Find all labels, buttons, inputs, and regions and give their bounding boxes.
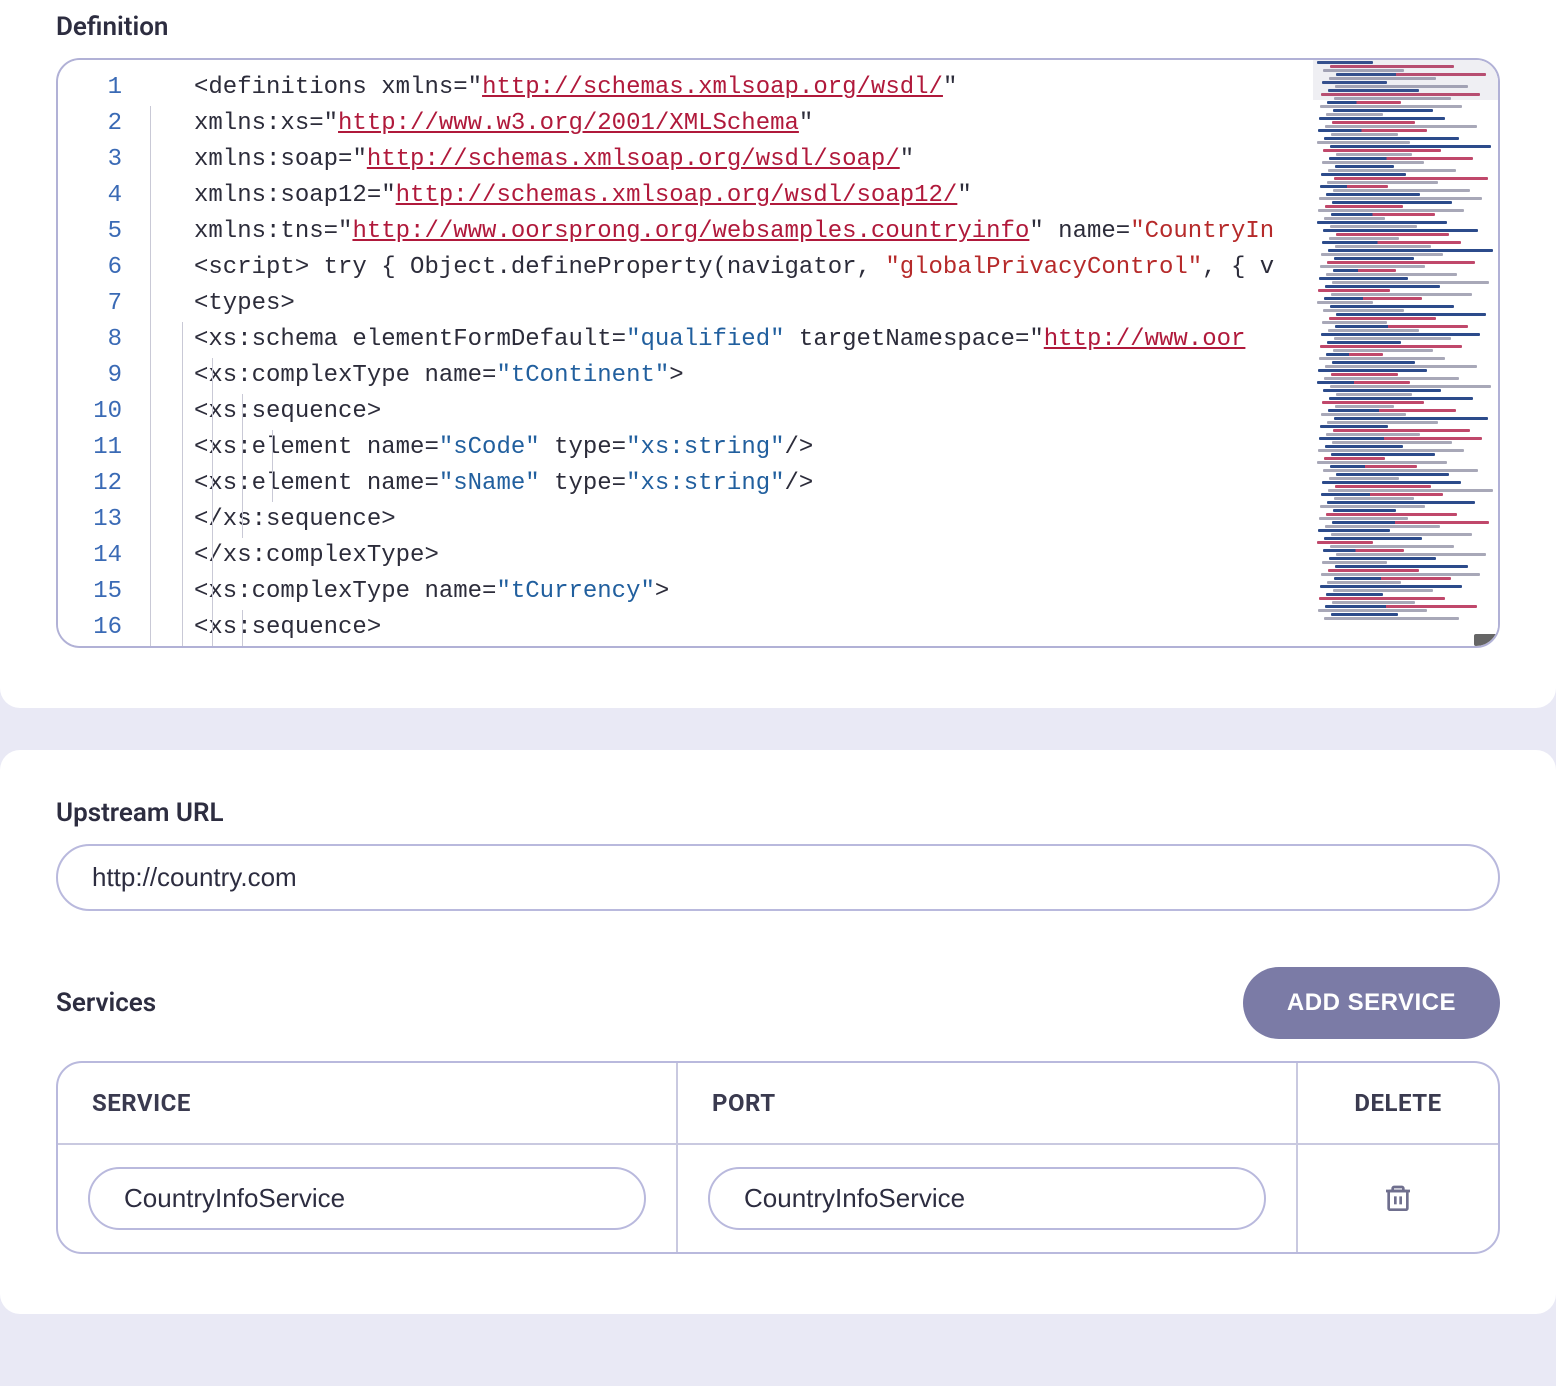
minimap-scrollbar-thumb[interactable] xyxy=(1474,634,1498,646)
trash-icon xyxy=(1382,1183,1414,1215)
code-area[interactable]: <definitions xmlns="http://schemas.xmlso… xyxy=(146,60,1498,646)
table-row xyxy=(58,1145,1498,1252)
code-gutter: 1234567891011121314151617 xyxy=(58,60,146,646)
service-name-input[interactable] xyxy=(88,1167,646,1230)
definition-card: Definition 1234567891011121314151617 <de… xyxy=(0,0,1556,708)
code-editor[interactable]: 1234567891011121314151617 <definitions x… xyxy=(56,58,1500,648)
minimap-viewport[interactable] xyxy=(1313,60,1498,100)
col-port: PORT xyxy=(678,1063,1298,1143)
add-service-button[interactable]: ADD SERVICE xyxy=(1243,967,1500,1039)
upstream-services-card: Upstream URL Services ADD SERVICE SERVIC… xyxy=(0,750,1556,1314)
upstream-url-label: Upstream URL xyxy=(56,798,1500,828)
col-delete: DELETE xyxy=(1298,1063,1498,1143)
service-port-input[interactable] xyxy=(708,1167,1266,1230)
services-table: SERVICE PORT DELETE xyxy=(56,1061,1500,1254)
upstream-url-input[interactable] xyxy=(56,844,1500,911)
definition-label: Definition xyxy=(56,12,1500,42)
code-minimap[interactable] xyxy=(1313,60,1498,646)
col-service: SERVICE xyxy=(58,1063,678,1143)
delete-service-button[interactable] xyxy=(1377,1178,1419,1220)
services-header-row: SERVICE PORT DELETE xyxy=(58,1063,1498,1145)
services-label: Services xyxy=(56,988,156,1018)
